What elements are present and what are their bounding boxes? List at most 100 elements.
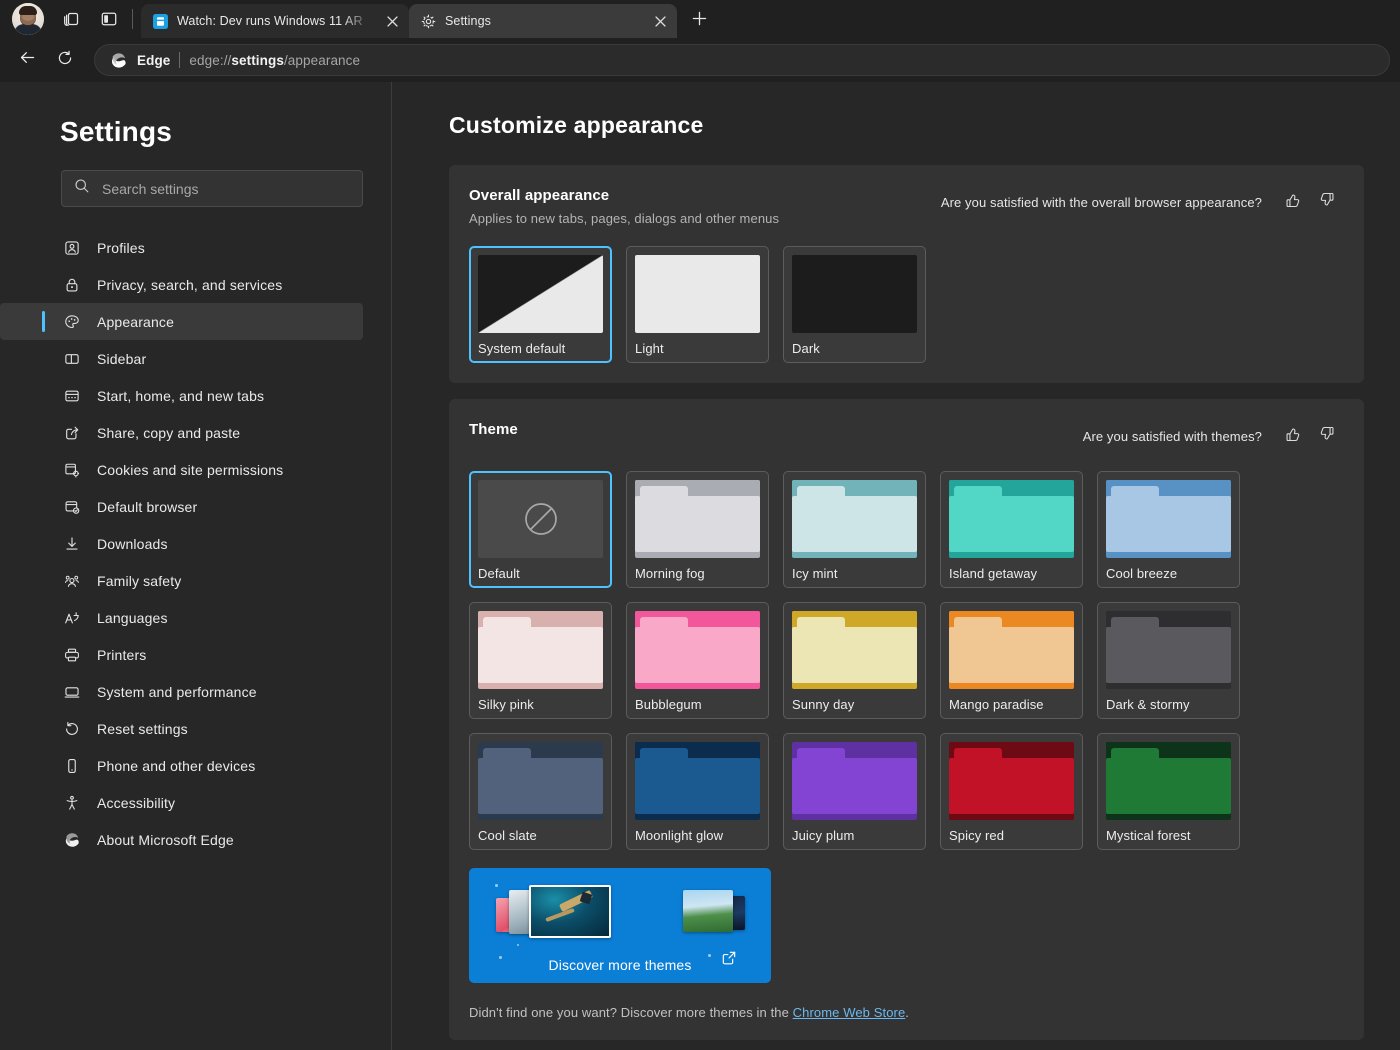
tab-strip: Watch: Dev runs Windows 11 AR Settings [0, 0, 1400, 38]
refresh-button[interactable] [48, 43, 82, 77]
folder-front [1106, 758, 1231, 814]
sidebar-item-default-browser[interactable]: Default browser [0, 488, 363, 525]
thumbs-down-button[interactable] [1310, 187, 1344, 217]
new-tab-button[interactable] [683, 6, 715, 36]
theme-preview [792, 480, 917, 558]
theme-tile[interactable]: Mango paradise [940, 602, 1083, 719]
folder-shape [792, 611, 917, 689]
theme-tile[interactable]: Cool slate [469, 733, 612, 850]
overall-feedback-question: Are you satisfied with the overall brows… [941, 195, 1262, 210]
sidebar-item-share-copy-paste[interactable]: Share, copy and paste [0, 414, 363, 451]
sidebar-item-about-edge[interactable]: About Microsoft Edge [0, 821, 363, 858]
sidebar-item-profiles[interactable]: Profiles [0, 229, 363, 266]
sidebar-item-languages[interactable]: Languages [0, 599, 363, 636]
dark-preview [792, 255, 917, 333]
sidebar-item-system-performance[interactable]: System and performance [0, 673, 363, 710]
theme-tile[interactable]: Bubblegum [626, 602, 769, 719]
settings-page: Settings [0, 82, 1400, 1050]
appearance-option-dark[interactable]: Dark [783, 246, 926, 363]
theme-tile[interactable]: Moonlight glow [626, 733, 769, 850]
theme-preview [1106, 742, 1231, 820]
avatar[interactable] [12, 3, 44, 35]
thumbs-up-button[interactable] [1276, 421, 1310, 451]
theme-preview [478, 480, 603, 558]
sidebar-item-label: Privacy, search, and services [97, 277, 282, 293]
sidebar-item-cookies[interactable]: Cookies and site permissions [0, 451, 363, 488]
video-icon [152, 13, 169, 30]
theme-tile[interactable]: Sunny day [783, 602, 926, 719]
theme-tile[interactable]: Island getaway [940, 471, 1083, 588]
sidebar-item-reset-settings[interactable]: Reset settings [0, 710, 363, 747]
cookie-settings-icon [62, 460, 81, 479]
search-icon [74, 178, 90, 199]
theme-tile[interactable]: Icy mint [783, 471, 926, 588]
thumbs-down-icon [1318, 191, 1336, 214]
theme-feedback-question: Are you satisfied with themes? [1083, 429, 1262, 444]
sidebar-item-downloads[interactable]: Downloads [0, 525, 363, 562]
sidebar-item-appearance[interactable]: Appearance [0, 303, 363, 340]
appearance-option-system-default[interactable]: System default [469, 246, 612, 363]
refresh-icon [56, 49, 74, 72]
search-input[interactable] [102, 181, 350, 197]
sidebar-item-phone-devices[interactable]: Phone and other devices [0, 747, 363, 784]
sidebar-item-start-home-newtabs[interactable]: Start, home, and new tabs [0, 377, 363, 414]
monitor-icon [62, 682, 81, 701]
folder-shape [792, 742, 917, 820]
theme-tile[interactable]: Mystical forest [1097, 733, 1240, 850]
page-title: Customize appearance [449, 112, 1364, 139]
back-button[interactable] [10, 43, 44, 77]
theme-tile[interactable]: Spicy red [940, 733, 1083, 850]
reset-arrow-icon [62, 719, 81, 738]
close-icon[interactable] [649, 10, 671, 32]
sidebar-item-label: Share, copy and paste [97, 425, 240, 441]
theme-tile[interactable]: Morning fog [626, 471, 769, 588]
folder-front [1106, 627, 1231, 683]
omnibox-brand: Edge [137, 53, 170, 68]
sidebar-item-label: Appearance [97, 314, 174, 330]
thumbs-up-button[interactable] [1276, 187, 1310, 217]
chrome-web-store-link[interactable]: Chrome Web Store [793, 1005, 906, 1020]
sidebar-item-sidebar[interactable]: Sidebar [0, 340, 363, 377]
theme-preview [949, 742, 1074, 820]
edge-logo-icon [62, 830, 81, 849]
browser-tab-inactive[interactable]: Watch: Dev runs Windows 11 AR [141, 4, 409, 38]
sidebar-item-privacy[interactable]: Privacy, search, and services [0, 266, 363, 303]
discover-more-themes-banner[interactable]: Discover more themes [469, 868, 771, 983]
folder-shape [1106, 480, 1231, 558]
sidebar-item-label: About Microsoft Edge [97, 832, 234, 848]
main-scrollbar[interactable] [1392, 82, 1400, 1050]
close-icon[interactable] [381, 10, 403, 32]
appearance-option-label: System default [478, 341, 603, 356]
theme-label: Island getaway [949, 566, 1074, 581]
sidebar-item-label: Start, home, and new tabs [97, 388, 264, 404]
appearance-option-light[interactable]: Light [626, 246, 769, 363]
url-host: settings [231, 53, 284, 68]
address-bar[interactable]: Edge edge://settings/appearance [94, 44, 1390, 76]
theme-tile[interactable]: Silky pink [469, 602, 612, 719]
sidebar-item-label: Printers [97, 647, 146, 663]
folder-front [1106, 496, 1231, 552]
thumbs-down-button[interactable] [1310, 421, 1344, 451]
footnote-prefix: Didn't find one you want? Discover more … [469, 1005, 793, 1020]
split-screen-button[interactable] [90, 3, 128, 35]
theme-tile[interactable]: Cool breeze [1097, 471, 1240, 588]
profile-icon [62, 238, 81, 257]
sidebar-item-label: Phone and other devices [97, 758, 255, 774]
collections-icon [61, 9, 81, 29]
theme-tile[interactable]: Default [469, 471, 612, 588]
lock-icon [62, 275, 81, 294]
theme-tile[interactable]: Juicy plum [783, 733, 926, 850]
sidebar-item-accessibility[interactable]: Accessibility [0, 784, 363, 821]
browser-tab-active[interactable]: Settings [409, 4, 677, 38]
sidebar-item-printers[interactable]: Printers [0, 636, 363, 673]
theme-label: Default [478, 566, 603, 581]
theme-tile[interactable]: Dark & stormy [1097, 602, 1240, 719]
search-settings-box[interactable] [61, 170, 363, 207]
thumbs-up-icon [1284, 425, 1302, 448]
overall-appearance-options: System default Light Dark [469, 246, 1344, 363]
sidebar-item-family-safety[interactable]: Family safety [0, 562, 363, 599]
theme-label: Moonlight glow [635, 828, 760, 843]
collections-button[interactable] [52, 3, 90, 35]
split-screen-icon [99, 9, 119, 29]
theme-label: Cool slate [478, 828, 603, 843]
